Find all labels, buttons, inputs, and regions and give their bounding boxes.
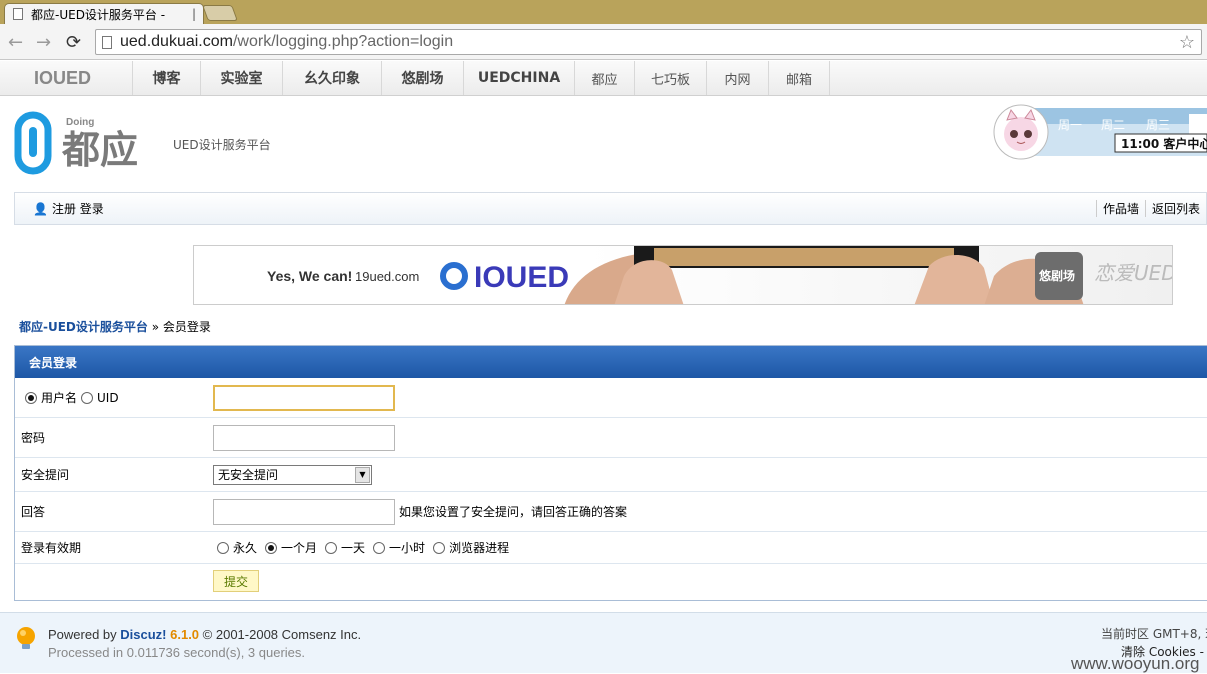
tab-title: 都应-UED设计服务平台 - <box>31 7 166 22</box>
processed-info: Processed in 0.011736 second(s), 3 queri… <box>48 645 306 660</box>
works-wall-link[interactable]: 作品墙 <box>1095 200 1145 217</box>
question-row: 安全提问 无安全提问 ▼ <box>15 458 1207 492</box>
new-tab-button[interactable] <box>202 5 238 21</box>
answer-row: 回答 如果您设置了安全提问，请回答正确的答案 <box>15 492 1207 532</box>
svg-text:周二: 周二 <box>1101 118 1125 132</box>
url-host: ued.dukuai.com <box>120 33 233 50</box>
calendar-widget: 周一 周二 周三 11:00 客户中心 <box>993 104 1207 160</box>
back-icon[interactable]: ← <box>8 32 23 53</box>
browser-tab[interactable]: 都应-UED设计服务平台 - | <box>4 3 204 24</box>
username-radio[interactable] <box>25 391 37 404</box>
chevron-down-icon: ▼ <box>355 466 370 483</box>
expiry-day-radio[interactable] <box>325 541 338 554</box>
answer-label: 回答 <box>21 505 46 519</box>
uid-radio[interactable] <box>81 391 94 404</box>
calendar-graphic: 周一 周二 周三 11:00 客户中心 <box>993 104 1207 160</box>
address-bar[interactable]: ued.dukuai.com/work/logging.php?action=l… <box>95 29 1202 55</box>
site-logo[interactable]: Doing 都应 <box>14 111 159 176</box>
site-slogan: UED设计服务平台 <box>173 138 271 152</box>
svg-text:IOUED: IOUED <box>474 261 569 294</box>
nav-item-yaojiu[interactable]: 幺久印象 <box>282 61 381 95</box>
nav-item-lab[interactable]: 实验室 <box>200 61 282 95</box>
question-label: 安全提问 <box>21 468 70 482</box>
url-path: /work/logging.php?action=login <box>232 33 454 50</box>
expiry-hour-radio[interactable] <box>373 541 386 554</box>
expiry-month-radio[interactable] <box>265 541 278 554</box>
password-row: 密码 <box>15 418 1207 458</box>
banner-graphic: Yes, We can! 19ued.com IOUED 悠剧场 恋爱UED <box>194 246 1173 304</box>
nav-item-blog[interactable]: 博客 <box>132 61 200 95</box>
site-nav: IOUED 博客 实验室 幺久印象 悠剧场 UEDCHINA 都应 七巧板 内网… <box>0 61 1207 96</box>
expiry-label: 登录有效期 <box>21 541 82 555</box>
breadcrumb: 都应-UED设计服务平台 » 会员登录 <box>19 320 211 334</box>
svg-text:Doing: Doing <box>66 117 94 128</box>
submit-button[interactable]: 提交 <box>213 570 259 592</box>
powered-by: Powered by Discuz! 6.1.0 © 2001-2008 Com… <box>48 627 362 642</box>
nav-item-duying[interactable]: 都应 <box>574 61 634 95</box>
nav-item-theater[interactable]: 悠剧场 <box>381 61 463 95</box>
login-form-title: 会员登录 <box>15 346 1207 378</box>
username-input[interactable] <box>213 384 395 411</box>
svg-text:19ued.com: 19ued.com <box>355 269 419 284</box>
register-login-links[interactable]: 👤 注册 登录 <box>15 200 104 217</box>
forward-icon[interactable]: → <box>36 32 51 53</box>
discuz-bulb-icon <box>17 627 35 649</box>
login-form: 会员登录 用户名 UID 密码 安全提问 无安全提问 ▼ 回答 如果您设置了安全… <box>14 345 1207 601</box>
breadcrumb-current: 会员登录 <box>162 320 211 334</box>
breadcrumb-home[interactable]: 都应-UED设计服务平台 <box>19 320 148 334</box>
back-to-list-link[interactable]: 返回列表 <box>1144 200 1206 217</box>
svg-text:周三: 周三 <box>1146 118 1170 132</box>
svg-text:周一: 周一 <box>1058 118 1082 132</box>
security-question-select[interactable]: 无安全提问 ▼ <box>213 464 372 485</box>
answer-input[interactable] <box>213 498 395 525</box>
bookmark-star-icon[interactable]: ☆ <box>1179 32 1195 53</box>
password-input[interactable] <box>213 424 395 451</box>
expiry-row: 登录有效期 永久 一个月 一天 一小时 浏览器进程 <box>15 532 1207 564</box>
page-icon <box>13 8 23 20</box>
site-nav-logo[interactable]: IOUED <box>0 61 132 95</box>
logo-mark-icon: Doing 都应 <box>14 111 138 175</box>
ad-banner[interactable]: Yes, We can! 19ued.com IOUED 悠剧场 恋爱UED <box>193 245 1173 305</box>
nav-item-tangram[interactable]: 七巧板 <box>634 61 706 95</box>
expiry-session-radio[interactable] <box>433 541 446 554</box>
nav-item-mail[interactable]: 邮箱 <box>768 61 830 95</box>
browser-tab-bar: 都应-UED设计服务平台 - | <box>0 0 1207 24</box>
close-tab-icon[interactable]: | <box>192 7 196 21</box>
page-icon <box>102 35 112 49</box>
expiry-forever-radio[interactable] <box>217 541 229 554</box>
footer: Powered by Discuz! 6.1.0 © 2001-2008 Com… <box>0 612 1207 673</box>
timezone-info: 当前时区 GMT+8, 现 <box>1101 627 1207 641</box>
watermark: www.wooyun.org <box>1071 654 1200 673</box>
svg-text:恋爱UED: 恋爱UED <box>1094 261 1173 285</box>
user-bar: 👤 注册 登录 作品墙 返回列表 <box>14 192 1207 225</box>
submit-row: 提交 <box>15 564 1207 598</box>
username-row: 用户名 UID <box>15 378 1207 418</box>
svg-text:都应: 都应 <box>61 128 138 172</box>
reload-icon[interactable]: ⟳ <box>66 32 81 53</box>
svg-text:Yes, We can!: Yes, We can! <box>267 268 352 284</box>
browser-toolbar: ← → ⟳ ued.dukuai.com/work/logging.php?ac… <box>0 24 1207 60</box>
user-icon: 👤 <box>33 201 48 216</box>
password-label: 密码 <box>21 431 46 445</box>
svg-text:悠剧场: 悠剧场 <box>1038 268 1075 283</box>
discuz-link[interactable]: Discuz! <box>120 627 166 642</box>
svg-text:11:00 客户中心: 11:00 客户中心 <box>1121 136 1207 151</box>
answer-hint: 如果您设置了安全提问，请回答正确的答案 <box>399 505 628 519</box>
nav-item-intranet[interactable]: 内网 <box>706 61 768 95</box>
nav-item-uedchina[interactable]: UEDCHINA <box>463 61 574 95</box>
